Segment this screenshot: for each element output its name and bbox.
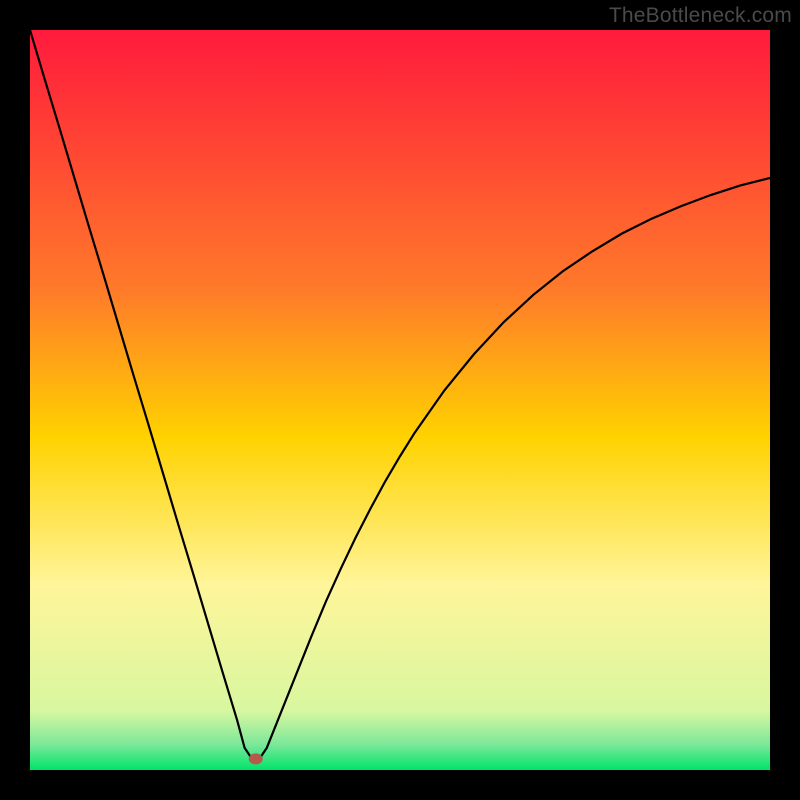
watermark-label: TheBottleneck.com bbox=[609, 4, 792, 28]
chart-frame: TheBottleneck.com bbox=[0, 0, 800, 800]
bottleneck-chart bbox=[30, 30, 770, 770]
plot-area bbox=[30, 30, 770, 770]
optimal-point-marker bbox=[249, 753, 263, 764]
